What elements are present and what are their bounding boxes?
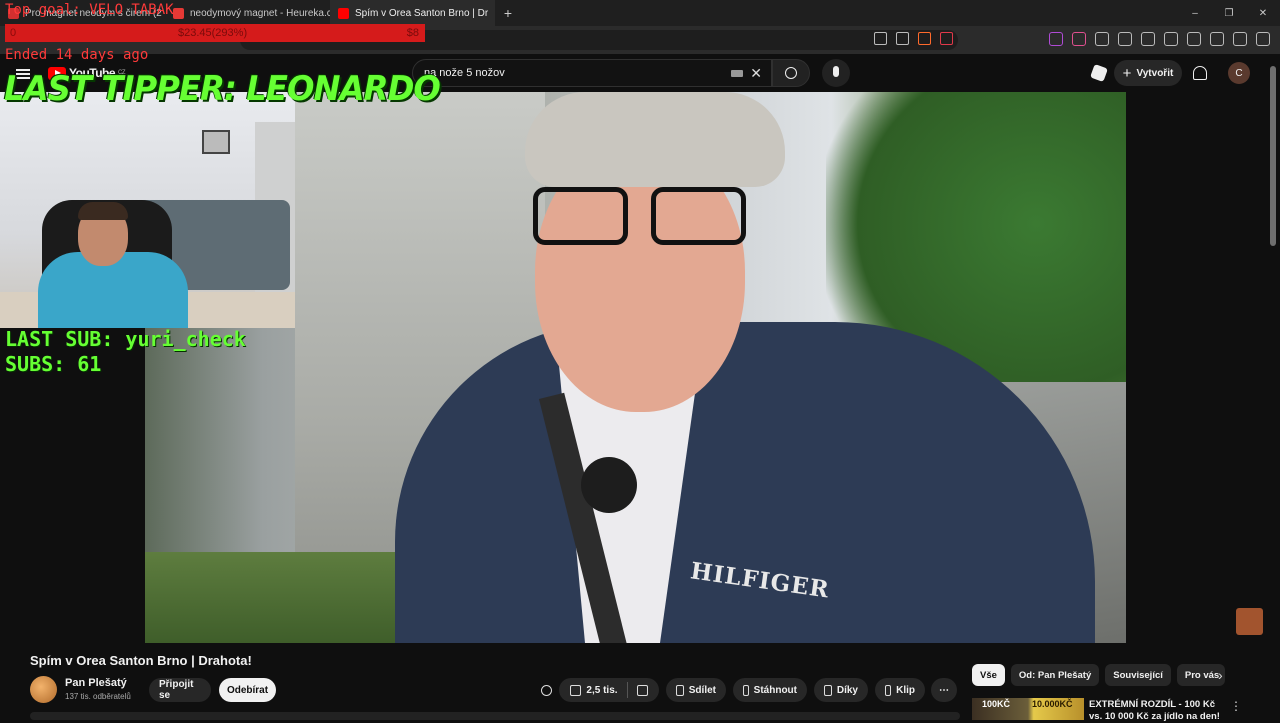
- tab-label: Spím v Orea Santon Brno | Dr: [355, 7, 489, 19]
- clear-search-icon[interactable]: ✕: [750, 65, 762, 82]
- window-controls: – ❐ ✕: [1178, 0, 1280, 26]
- extension-icon[interactable]: [1049, 32, 1063, 46]
- scissors-icon: [885, 684, 892, 696]
- account-avatar[interactable]: C: [1228, 62, 1250, 84]
- goal-ended-text: Ended 14 days ago: [5, 47, 149, 63]
- thumb-text-right: 10.000KČ: [1032, 699, 1073, 709]
- extension-icon[interactable]: [1072, 32, 1086, 46]
- like-divider: [626, 682, 628, 698]
- thanks-button[interactable]: Díky: [814, 678, 868, 702]
- browser-tab-bar: Pro magnet neodym s čirem (2 ✕ neodymový…: [0, 0, 1280, 26]
- goal-progress-text: $23.45(293%): [178, 27, 248, 39]
- puzzle-icon[interactable]: [1095, 32, 1109, 46]
- presenter-cap: [525, 92, 785, 187]
- minimize-button[interactable]: –: [1178, 0, 1212, 26]
- like-dislike-group: 2,5 tis.: [559, 678, 659, 702]
- tab-favicon-icon: [173, 7, 184, 19]
- thumbs-down-icon[interactable]: [636, 684, 648, 696]
- screenshot-icon[interactable]: [1118, 32, 1132, 46]
- browser-tab[interactable]: neodymový magnet - Heureka.cz ✕: [165, 0, 330, 26]
- thumbs-up-icon[interactable]: [570, 684, 582, 696]
- channel-watermark-icon[interactable]: [1236, 608, 1263, 635]
- video-title: Spím v Orea Santon Brno | Drahota!: [30, 653, 252, 668]
- goal-title: Top goal: VELO TABAK: [5, 2, 174, 18]
- goal-end: $8: [406, 27, 419, 39]
- recommended-video-thumbnail[interactable]: 100KČ 10.000KČ: [972, 698, 1084, 720]
- wallet-icon[interactable]: [1187, 32, 1201, 46]
- last-sub-label: LAST SUB: yuri_check: [5, 327, 246, 351]
- extension-toolbar: [1049, 32, 1270, 46]
- chevron-right-icon[interactable]: ›: [1218, 667, 1223, 683]
- chip-related[interactable]: Související: [1105, 664, 1171, 686]
- presenter-jacket: [395, 322, 1095, 643]
- search-button[interactable]: [772, 59, 810, 87]
- youtube-favicon-icon: [338, 7, 349, 19]
- music-icon[interactable]: [1141, 32, 1155, 46]
- download-button[interactable]: Stáhnout: [733, 678, 807, 702]
- like-count[interactable]: 2,5 tis.: [586, 685, 617, 696]
- description-box-edge: [30, 712, 960, 720]
- lavalier-mic: [581, 457, 637, 513]
- tab-label: neodymový magnet - Heureka.cz: [190, 7, 330, 19]
- download-icon: [743, 684, 749, 696]
- recommended-video-title[interactable]: EXTRÉMNÍ ROZDÍL - 100 Kč vs. 10 000 Kč z…: [1089, 699, 1229, 723]
- menu-icon[interactable]: [1256, 32, 1270, 46]
- channel-name[interactable]: Pan Plešatý: [65, 677, 127, 689]
- presenter-glasses: [533, 187, 763, 247]
- download-label: Stáhnout: [753, 684, 797, 696]
- thumb-text-left: 100KČ: [982, 699, 1011, 709]
- goal-progress-bar: 0 $23.45(293%) $8: [5, 24, 425, 42]
- search-input[interactable]: na nože 5 nožov ✕: [412, 59, 772, 87]
- sidebar-icon[interactable]: [1164, 32, 1178, 46]
- keyboard-icon[interactable]: [731, 70, 743, 77]
- last-tipper-label: LAST TIPPER: LEONARDO: [4, 69, 441, 109]
- create-label: Vytvořit: [1136, 67, 1174, 79]
- join-button[interactable]: Připojit se: [149, 678, 211, 702]
- channel-avatar[interactable]: [30, 676, 57, 703]
- clip-label: Klip: [896, 684, 915, 696]
- browser-tab-active[interactable]: Spím v Orea Santon Brno | Dr ✕: [330, 0, 495, 26]
- thanks-heart-icon: [824, 684, 832, 696]
- channel-subscriber-count: 137 tis. odběratelů: [65, 692, 131, 701]
- extension-ghost-icon[interactable]: [541, 685, 552, 696]
- clip-button[interactable]: Klip: [875, 678, 925, 702]
- webcam-streamer-hair: [78, 202, 128, 220]
- video-presenter: HILFIGER: [395, 92, 1095, 643]
- new-tab-button[interactable]: +: [495, 5, 521, 21]
- close-window-button[interactable]: ✕: [1246, 0, 1280, 26]
- ai-icon[interactable]: [1210, 32, 1224, 46]
- chip-all[interactable]: Vše: [972, 664, 1005, 686]
- thanks-label: Díky: [836, 684, 858, 696]
- shield-icon[interactable]: [918, 32, 931, 45]
- voice-search-button[interactable]: [822, 59, 850, 87]
- subscribe-button[interactable]: Odebírat: [219, 678, 276, 702]
- create-button[interactable]: + Vytvořit: [1114, 60, 1182, 86]
- subs-count-label: SUBS: 61: [5, 352, 102, 376]
- share-arrow-icon: [676, 684, 684, 696]
- cast-icon[interactable]: [874, 32, 887, 45]
- more-vertical-icon[interactable]: ⋮: [1230, 699, 1242, 713]
- vpn-icon[interactable]: [1233, 32, 1247, 46]
- extension-ghost-icon[interactable]: [1090, 64, 1108, 82]
- share-button[interactable]: Sdílet: [666, 678, 726, 702]
- notifications-bell-icon[interactable]: [1193, 66, 1207, 80]
- share-label: Sdílet: [688, 684, 716, 696]
- recommendation-chips: Vše Od: Pan Plešatý Související Pro vás: [972, 664, 1225, 686]
- streamer-webcam: [0, 92, 295, 328]
- plus-icon: +: [1122, 64, 1132, 82]
- page-scrollbar[interactable]: [1270, 66, 1276, 246]
- more-actions-button[interactable]: ⋯: [931, 678, 957, 702]
- webcam-picture-frame: [202, 130, 230, 154]
- chip-from-channel[interactable]: Od: Pan Plešatý: [1010, 664, 1100, 686]
- maximize-button[interactable]: ❐: [1212, 0, 1246, 26]
- rewards-icon[interactable]: [940, 32, 953, 45]
- share-icon[interactable]: [896, 32, 909, 45]
- goal-start: 0: [10, 27, 17, 39]
- address-bar-actions: [874, 32, 953, 45]
